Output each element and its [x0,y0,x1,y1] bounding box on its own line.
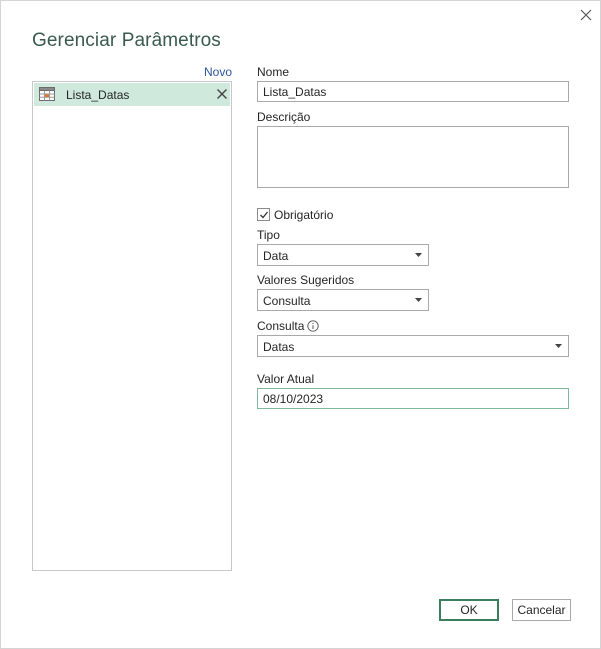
parameter-list: Lista_Datas [32,81,232,571]
type-select-value: Data [263,249,289,263]
delete-x-icon[interactable] [216,88,228,100]
manage-parameters-dialog: Gerenciar Parâmetros Novo Lista_Datas No… [0,0,601,649]
suggested-values-select-value: Consulta [263,294,311,308]
chevron-down-icon [415,253,422,257]
chevron-down-icon [555,344,562,348]
name-input[interactable] [257,81,569,102]
current-value-input[interactable] [257,388,569,409]
close-icon [580,9,592,21]
checkmark-icon [260,211,269,219]
suggested-values-label: Valores Sugeridos [257,273,355,287]
dialog-title: Gerenciar Parâmetros [32,30,221,51]
description-label: Descrição [257,110,311,124]
required-checkbox[interactable] [257,208,270,221]
cancel-button[interactable]: Cancelar [512,599,571,621]
query-select[interactable]: Datas [257,335,569,357]
current-value-label: Valor Atual [257,372,315,386]
parameter-list-item-label: Lista_Datas [66,88,130,102]
ok-button[interactable]: OK [439,599,499,621]
info-icon[interactable] [307,320,319,332]
type-label: Tipo [257,228,280,242]
type-select[interactable]: Data [257,244,429,266]
new-parameter-link[interactable]: Novo [204,65,232,79]
description-textarea[interactable] [257,126,569,188]
close-button[interactable] [575,5,597,25]
table-icon [39,87,55,101]
required-checkbox-label[interactable]: Obrigatório [274,208,333,222]
query-select-value: Datas [263,340,295,354]
parameter-list-item[interactable]: Lista_Datas [34,83,230,106]
name-label: Nome [257,65,290,79]
suggested-values-select[interactable]: Consulta [257,289,429,311]
chevron-down-icon [415,298,422,302]
query-label: Consulta [257,319,305,333]
